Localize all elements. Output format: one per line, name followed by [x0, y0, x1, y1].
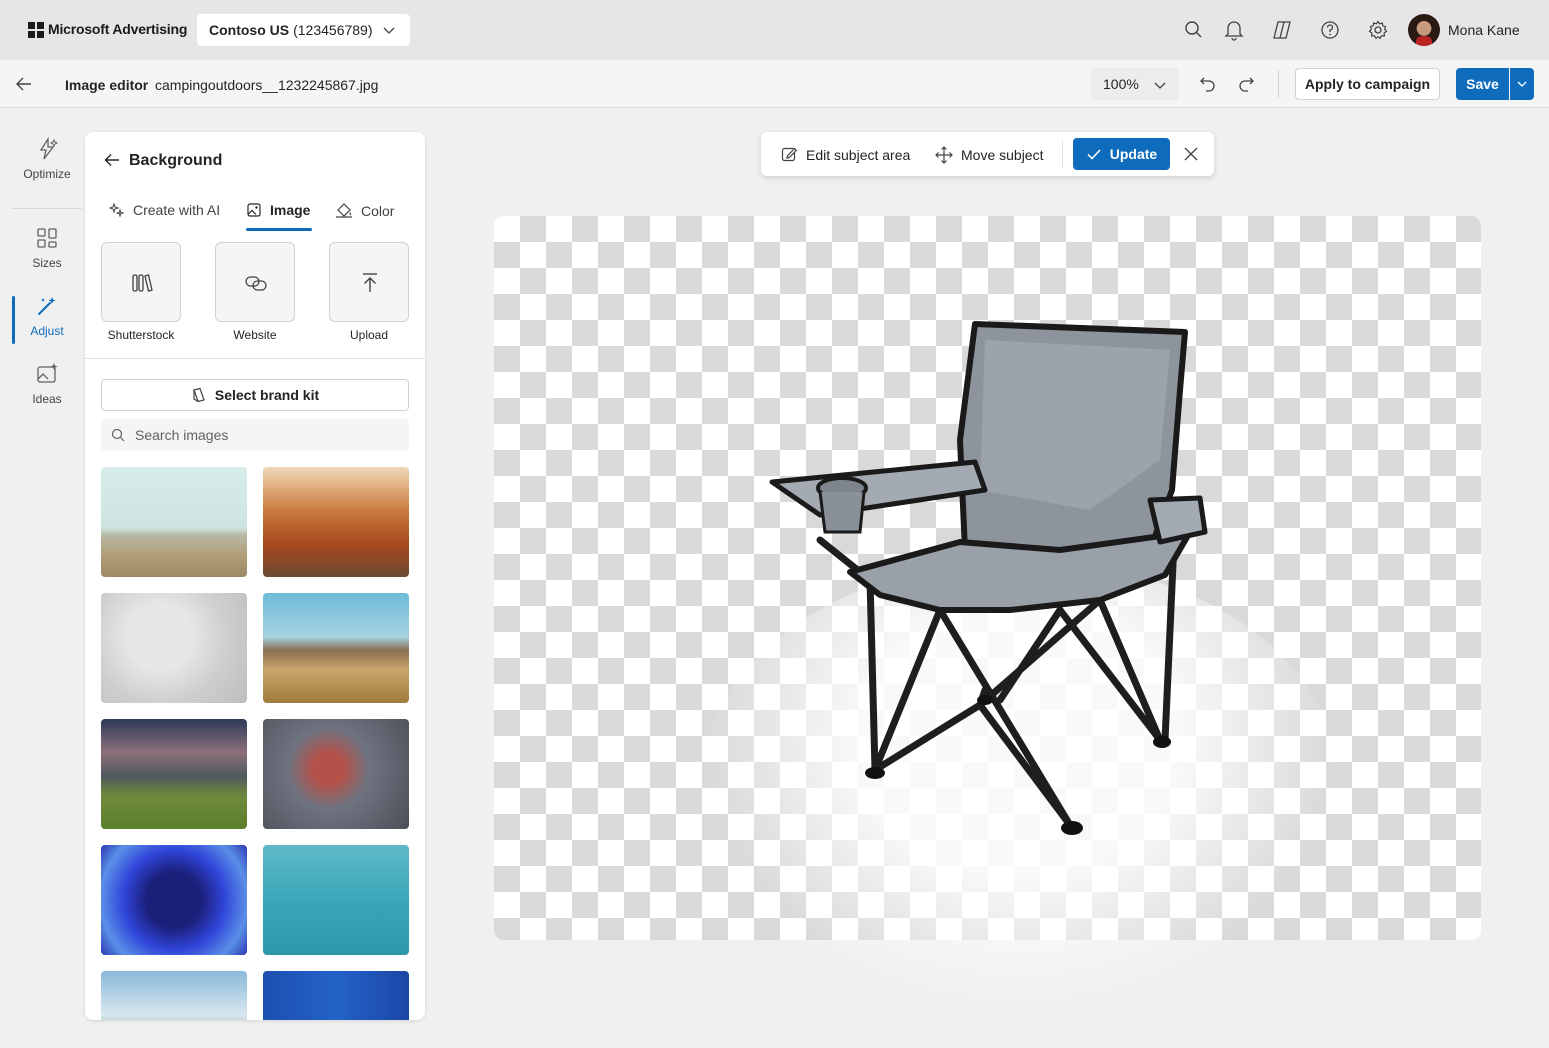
background-panel: Background Create with AI Image Color Sh… — [85, 132, 425, 1020]
upload-button[interactable] — [329, 242, 409, 322]
source-label-website: Website — [233, 328, 277, 342]
gear-icon[interactable] — [1367, 19, 1389, 41]
library-icon — [132, 274, 153, 292]
search-icon — [111, 428, 125, 442]
file-name: campingoutdoors__1232245867.jpg — [155, 77, 379, 93]
rail-item-optimize[interactable]: Optimize — [12, 137, 82, 181]
image-icon — [247, 203, 261, 217]
sparkle-icon — [109, 202, 125, 218]
checkmark-icon — [1087, 149, 1101, 160]
zoom-value: 100% — [1103, 76, 1139, 92]
tab-label: Image — [270, 202, 311, 218]
brand-kit-label: Select brand kit — [214, 387, 320, 403]
user-name[interactable]: Mona Kane — [1448, 22, 1520, 38]
editor-toolbar: Image editor campingoutdoors__1232245867… — [0, 60, 1549, 108]
tab-color[interactable]: Color — [335, 202, 394, 220]
upload-icon — [363, 273, 377, 292]
help-icon[interactable] — [1319, 19, 1341, 41]
brand-name[interactable]: Microsoft Advertising — [48, 21, 187, 37]
background-thumbnail-gray-texture[interactable] — [101, 593, 247, 703]
edit-subject-label: Edit subject area — [806, 146, 911, 163]
chevron-down-icon — [1154, 82, 1166, 89]
microsoft-logo-icon — [28, 22, 44, 38]
camping-chair-subject[interactable] — [760, 310, 1220, 850]
tab-active-indicator — [246, 228, 312, 231]
update-label: Update — [1109, 146, 1158, 162]
link-icon — [245, 276, 267, 291]
search-box — [101, 419, 409, 451]
ideas-icon — [37, 363, 58, 383]
background-thumbnail-green-hills[interactable] — [101, 971, 247, 1020]
rail-label-ideas: Ideas — [32, 392, 62, 406]
search-icon[interactable] — [1183, 19, 1205, 41]
source-label-upload: Upload — [349, 328, 389, 342]
background-thumbnail-blue-paint[interactable] — [263, 971, 409, 1020]
chevron-down-icon — [383, 27, 395, 34]
apply-to-campaign-button[interactable]: Apply to campaign — [1295, 68, 1440, 100]
shutterstock-button[interactable] — [101, 242, 181, 322]
avatar[interactable] — [1408, 14, 1440, 46]
update-button[interactable]: Update — [1073, 138, 1170, 170]
back-arrow-icon[interactable] — [14, 74, 34, 94]
background-thumbnail-frosted-glass[interactable] — [263, 719, 409, 829]
edit-subject-area-button[interactable]: Edit subject area — [781, 146, 910, 163]
rail-item-adjust[interactable]: Adjust — [12, 294, 82, 338]
move-subject-label: Move subject — [961, 147, 1044, 163]
bell-icon[interactable] — [1223, 19, 1245, 41]
undo-icon[interactable] — [1198, 74, 1218, 94]
adjust-icon — [38, 297, 56, 315]
close-icon[interactable] — [1183, 146, 1199, 162]
account-selector[interactable]: Contoso US (123456789) — [197, 14, 410, 46]
search-input[interactable] — [135, 419, 395, 451]
rail-label-sizes: Sizes — [32, 256, 62, 270]
tab-label: Create with AI — [133, 202, 221, 218]
website-button[interactable] — [215, 242, 295, 322]
redo-icon[interactable] — [1236, 74, 1256, 94]
paint-bucket-icon — [336, 203, 352, 218]
source-label-shutterstock: Shutterstock — [107, 328, 175, 342]
account-name: Contoso US — [209, 22, 290, 38]
page-title: Image editor — [65, 77, 149, 93]
back-arrow-icon[interactable] — [103, 151, 121, 169]
account-id: (123456789) — [293, 22, 373, 38]
brand-kit-icon — [193, 387, 205, 403]
optimize-icon — [39, 137, 59, 160]
background-thumbnail-foggy-field[interactable] — [101, 467, 247, 577]
background-thumbnail-autumn-forest[interactable] — [263, 467, 409, 577]
move-subject-button[interactable]: Move subject — [935, 146, 1043, 164]
subject-toolbar: Edit subject area Move subject Update — [761, 132, 1214, 176]
zoom-dropdown[interactable]: 100% — [1091, 68, 1179, 100]
tab-label: Color — [361, 203, 395, 219]
rail-divider — [12, 208, 82, 209]
rail-label-optimize: Optimize — [23, 167, 71, 181]
panel-divider — [85, 358, 425, 359]
rail-label-adjust: Adjust — [30, 324, 64, 338]
background-thumbnail-mesa-landscape[interactable] — [263, 593, 409, 703]
save-button[interactable]: Save — [1456, 68, 1509, 100]
top-bar: Microsoft Advertising Contoso US (123456… — [0, 0, 1549, 60]
toolbar-divider — [1062, 140, 1063, 168]
rail-item-sizes[interactable]: Sizes — [12, 226, 82, 270]
toolbar-divider — [1278, 70, 1279, 98]
edit-image-icon — [781, 147, 798, 162]
copilot-icon[interactable] — [1271, 19, 1293, 41]
background-thumbnail-mountain-meadow[interactable] — [101, 719, 247, 829]
tab-create-with-ai[interactable]: Create with AI — [109, 202, 220, 218]
tab-image[interactable]: Image — [246, 202, 310, 218]
move-icon — [935, 146, 953, 164]
background-thumbnail-underwater[interactable] — [263, 845, 409, 955]
panel-title: Background — [129, 152, 223, 169]
chevron-down-icon — [1517, 81, 1527, 87]
background-thumbnail-blue-glitter[interactable] — [101, 845, 247, 955]
sizes-icon — [37, 228, 57, 248]
save-options-button[interactable] — [1510, 68, 1534, 100]
select-brand-kit-button[interactable]: Select brand kit — [101, 379, 409, 411]
rail-item-ideas[interactable]: Ideas — [12, 362, 82, 406]
